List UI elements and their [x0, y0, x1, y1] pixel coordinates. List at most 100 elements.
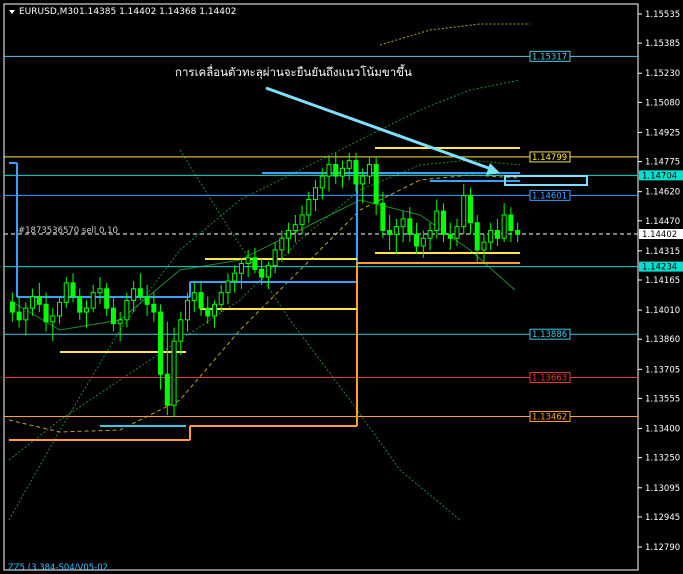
candle-body — [211, 303, 217, 317]
y-tick-label: 1.15385 — [645, 39, 680, 49]
price-tag-text: 1.13663 — [532, 373, 567, 383]
candle-body — [420, 237, 426, 247]
candle-body — [339, 167, 345, 177]
candle-body — [178, 319, 184, 342]
y-tick-label: 1.14620 — [645, 188, 680, 198]
y-tick-label: 1.13705 — [645, 365, 680, 375]
candle-body — [50, 315, 56, 323]
candle-body — [333, 163, 339, 177]
price-tag-text: 1.13886 — [532, 330, 567, 340]
candle-body — [90, 292, 96, 309]
y-tick-label: 1.13555 — [645, 394, 680, 404]
candle-body — [461, 195, 467, 228]
candle-body — [63, 282, 69, 303]
candle-body — [252, 257, 258, 270]
y-tick-label: 1.13095 — [645, 484, 680, 494]
y-tick-label: 1.15080 — [645, 98, 680, 108]
candle-body — [474, 222, 480, 251]
y-tick-label: 1.12945 — [645, 513, 680, 523]
candle-body — [225, 280, 231, 294]
price-tag-text: 1.14601 — [532, 191, 567, 201]
candle-body — [387, 230, 393, 235]
candle-body — [400, 218, 406, 228]
candle-body — [124, 299, 130, 321]
candle-body — [494, 230, 500, 239]
candle-body — [43, 303, 49, 323]
candle-body — [77, 296, 83, 313]
candle-body — [454, 226, 460, 239]
candle-body — [158, 311, 164, 375]
candle-body — [164, 373, 170, 406]
candle-body — [57, 301, 63, 317]
candle-body — [16, 311, 22, 321]
candle-body — [306, 198, 312, 216]
y-tick-label: 1.15535 — [645, 10, 680, 20]
candle-body — [238, 263, 244, 274]
candle-body — [23, 307, 29, 321]
candle-body — [326, 163, 332, 177]
candle-body — [232, 272, 238, 282]
candle-body — [218, 292, 224, 305]
y-tick-label: 1.15230 — [645, 69, 680, 79]
candle-body — [467, 195, 473, 224]
candle-body — [407, 218, 413, 235]
candle-body — [427, 230, 433, 239]
annotation-text: การเคลื่อนตัวทะลุผ่านจะยืนยันถึงแนวโน้มข… — [175, 64, 412, 79]
candle-body — [265, 264, 271, 278]
price-tag-text: 1.14402 — [642, 230, 677, 240]
candle-body — [110, 307, 116, 325]
y-tick-label: 1.13400 — [645, 425, 680, 435]
candle-body — [245, 257, 251, 265]
candle-body — [259, 268, 265, 278]
candle-body — [481, 241, 487, 251]
candle-body — [292, 224, 298, 232]
candle-body — [299, 214, 305, 226]
candle-body — [97, 288, 103, 294]
candle-body — [117, 319, 123, 325]
candle-body — [360, 175, 366, 185]
candle-body — [171, 340, 177, 406]
y-tick-label: 1.14775 — [645, 158, 680, 168]
candle-body — [104, 288, 110, 309]
chart-background — [0, 0, 683, 574]
y-tick-label: 1.14925 — [645, 128, 680, 138]
candle-body — [313, 187, 319, 200]
y-tick-label: 1.14165 — [645, 276, 680, 286]
candle-body — [191, 292, 197, 301]
candle-body — [205, 307, 211, 317]
price-tag-text: 1.15317 — [532, 52, 567, 62]
header-symbol: EURUSD,M30 — [19, 7, 79, 17]
candle-body — [144, 296, 150, 305]
y-tick-label: 1.14315 — [645, 247, 680, 257]
candle-body — [36, 296, 42, 305]
candle-body — [414, 233, 420, 247]
candle-body — [319, 175, 325, 189]
candle-body — [131, 288, 137, 301]
candle-body — [393, 226, 399, 235]
candle-body — [380, 202, 386, 232]
candle-body — [488, 230, 494, 243]
candle-body — [508, 214, 514, 232]
candle-body — [9, 301, 15, 313]
price-chart[interactable]: 1.15535 1.15230 1.14925 1.14620 1.14315 1.140… — [0, 0, 683, 574]
price-tag-text: 1.13462 — [532, 413, 567, 423]
price-tag-text: 1.14799 — [532, 153, 567, 163]
candle-body — [441, 210, 447, 235]
footer-label: ZZ5 (3.384-S04/V05-02 — [8, 563, 108, 573]
candle-body — [185, 299, 191, 321]
candle-body — [434, 210, 440, 232]
y-tick-label: 1.13250 — [645, 454, 680, 464]
candle-body — [83, 307, 89, 313]
candle-body — [151, 303, 157, 313]
header-ohlc: 1.14385 1.14402 1.14368 1.14402 — [79, 7, 236, 17]
candle-body — [346, 160, 352, 169]
price-tag-text: 1.14704 — [642, 171, 677, 181]
candle-body — [279, 237, 285, 251]
candle-body — [198, 292, 204, 309]
candle-body — [373, 163, 379, 204]
candle-body — [286, 230, 292, 239]
candle-body — [272, 249, 278, 266]
y-tick-label: 1.14470 — [645, 217, 680, 227]
candle-body — [501, 214, 507, 239]
candle-body — [30, 296, 36, 309]
